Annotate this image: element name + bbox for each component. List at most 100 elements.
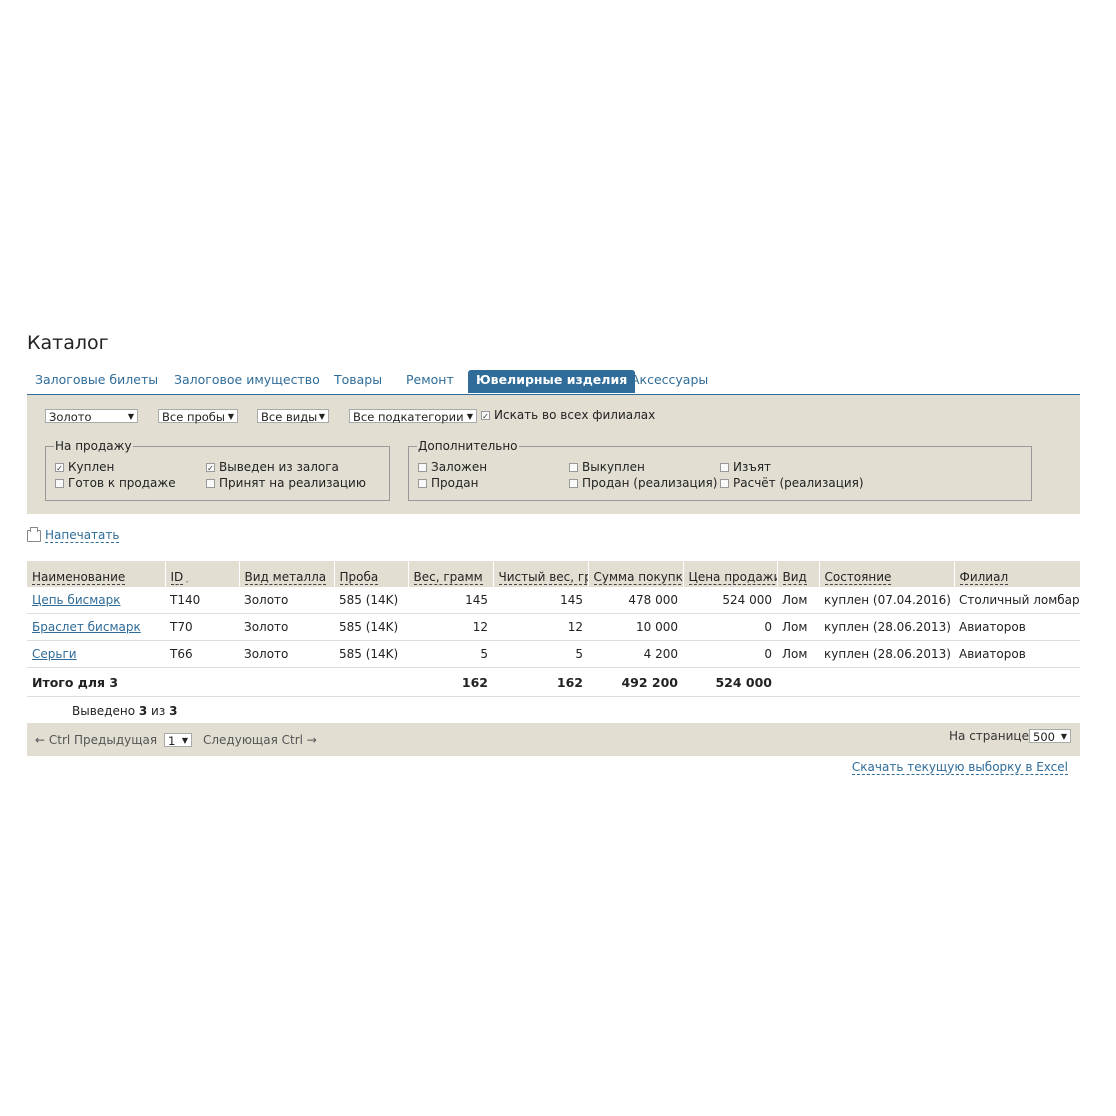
excel-export-link[interactable]: Скачать текущую выборку в Excel — [851, 760, 1068, 775]
cell-net-weight: 145 — [493, 587, 588, 614]
checkbox-redeemed[interactable]: Выкуплен — [569, 460, 645, 475]
filter-panel: Золото ▼ Все пробы ▼ Все виды ▼ Все подкате… — [27, 395, 1080, 514]
column-header-kind[interactable]: Вид — [776, 561, 819, 587]
tab-pledge-tickets[interactable]: Залоговые билеты — [35, 370, 158, 393]
table-header-row: Наименование ID ˯ Вид металла Проба Вес,… — [27, 561, 1080, 587]
checkbox-ready-label: Готов к продаже — [68, 476, 176, 490]
tab-repair[interactable]: Ремонт — [406, 370, 454, 393]
per-page-label: На странице: — [949, 729, 1033, 743]
cell-metal: Золото — [239, 640, 334, 668]
cell-metal: Золото — [239, 613, 334, 641]
tab-pledged-property[interactable]: Залоговое имущество — [174, 370, 320, 393]
checkbox-sold-consignment[interactable]: Продан (реализация) — [569, 476, 717, 491]
cell-id: T70 — [165, 613, 239, 641]
checkbox-seized-label: Изъят — [733, 460, 772, 474]
checkbox-ready-for-sale[interactable]: Готов к продаже — [55, 476, 176, 491]
checkbox-sold-label: Продан — [431, 476, 479, 490]
chevron-down-icon: ▼ — [181, 736, 188, 745]
checkbox-settlement-consignment[interactable]: Расчёт (реализация) — [720, 476, 864, 491]
cell-net-weight: 5 — [493, 640, 588, 668]
column-header-name[interactable]: Наименование — [27, 561, 165, 587]
prev-page-link[interactable]: ← Ctrl Предыдущая — [35, 733, 157, 747]
column-header-purchase-sum[interactable]: Сумма покупки — [587, 561, 683, 587]
checkbox-pledged[interactable]: Заложен — [418, 460, 487, 475]
item-link[interactable]: Серьги — [32, 647, 77, 661]
chevron-down-icon: ▼ — [1060, 732, 1067, 741]
checkbox-redeemed-label: Выкуплен — [582, 460, 645, 474]
all-branches-checkbox[interactable]: ✓ Искать во всех филиалах — [481, 408, 655, 423]
print-link[interactable]: Напечатать — [45, 528, 120, 543]
cell-kind: Лом — [777, 613, 819, 641]
cell-sale-price: 0 — [683, 613, 777, 641]
sort-desc-icon: ˯ — [183, 574, 189, 583]
catalog-page: Каталог Залоговые билеты Залоговое имуще… — [27, 330, 1080, 775]
checkbox-settlement-label: Расчёт (реализация) — [733, 476, 864, 490]
item-link[interactable]: Цепь бисмарк — [32, 593, 121, 607]
cell-state: куплен (07.04.2016) — [819, 587, 954, 614]
checkbox-bought[interactable]: ✓ Куплен — [55, 460, 114, 475]
shown-number: 3 — [138, 704, 148, 718]
column-header-probe[interactable]: Проба — [333, 561, 408, 587]
column-header-sale-price[interactable]: Цена продажи, — [682, 561, 777, 587]
shown-count: Выведено 3 из 3 — [72, 704, 177, 718]
tab-jewelry[interactable]: Ювелирные изделия — [468, 370, 636, 393]
cell-branch: Авиаторов — [954, 640, 1080, 668]
probe-select[interactable]: Все пробы ▼ — [158, 409, 238, 424]
column-header-metal[interactable]: Вид металла — [238, 561, 334, 587]
cell-sale-price: 0 — [683, 640, 777, 668]
tab-accessories[interactable]: Аксессуары — [631, 370, 708, 393]
cell-probe: 585 (14K) — [334, 640, 408, 668]
extra-legend: Дополнительно — [418, 439, 518, 453]
total-weight: 162 — [408, 667, 493, 697]
per-page-select[interactable]: 500 ▼ — [1029, 729, 1071, 744]
column-header-weight[interactable]: Вес, грамм — [407, 561, 493, 587]
print-row: Напечатать — [27, 526, 120, 543]
kind-select-value: Все виды — [261, 410, 318, 424]
table-row: Серьги T66 Золото 585 (14K) 5 5 4 200 0 … — [27, 640, 1080, 668]
kind-select[interactable]: Все виды ▼ — [257, 409, 329, 424]
checkbox-sold[interactable]: Продан — [418, 476, 478, 491]
cell-net-weight: 12 — [493, 613, 588, 641]
column-header-id[interactable]: ID ˯ — [164, 561, 239, 587]
checkbox-pledged-label: Заложен — [431, 460, 488, 474]
cell-metal: Золото — [239, 587, 334, 614]
checkbox-sold-consignment-label: Продан (реализация) — [582, 476, 718, 490]
total-empty — [777, 667, 1080, 697]
chevron-down-icon: ▼ — [466, 412, 473, 421]
tab-bar: Залоговые билеты Залоговое имущество Тов… — [27, 370, 1080, 395]
cell-sale-price: 524 000 — [683, 587, 777, 614]
per-page-select-value: 500 — [1033, 730, 1055, 744]
next-page-link[interactable]: Следующая Ctrl → — [203, 733, 317, 747]
column-header-branch[interactable]: Филиал — [953, 561, 1080, 587]
cell-id: T66 — [165, 640, 239, 668]
shown-total: 3 — [169, 704, 178, 718]
table-row: Браслет бисмарк T70 Золото 585 (14K) 12 … — [27, 613, 1080, 641]
item-link[interactable]: Браслет бисмарк — [32, 620, 141, 634]
chevron-down-icon: ▼ — [127, 412, 134, 421]
total-net-weight: 162 — [493, 667, 588, 697]
cell-weight: 145 — [408, 587, 493, 614]
cell-kind: Лом — [777, 640, 819, 668]
cell-id: T140 — [165, 587, 239, 614]
for-sale-legend: На продажу — [55, 439, 132, 453]
cell-purchase-sum: 4 200 — [588, 640, 683, 668]
column-header-state[interactable]: Состояние — [818, 561, 954, 587]
metal-select[interactable]: Золото ▼ — [45, 409, 138, 424]
checkbox-bought-label: Куплен — [68, 460, 115, 474]
checkbox-seized[interactable]: Изъят — [720, 460, 771, 475]
checkbox-consignment[interactable]: Принят на реализацию — [206, 476, 366, 491]
checkbox-empty-icon — [720, 479, 729, 488]
tab-goods[interactable]: Товары — [334, 370, 382, 393]
checkbox-released-from-pledge[interactable]: ✓ Выведен из залога — [206, 460, 339, 475]
page-select[interactable]: 1 ▼ — [164, 733, 192, 748]
cell-weight: 12 — [408, 613, 493, 641]
chevron-down-icon: ▼ — [318, 412, 325, 421]
catalog-table: Наименование ID ˯ Вид металла Проба Вес,… — [27, 561, 1080, 697]
total-label: Итого для 3 — [27, 667, 408, 697]
subcategory-select-value: Все подкатегории — [353, 410, 464, 424]
printer-icon — [27, 526, 41, 542]
checkbox-checked-icon: ✓ — [481, 411, 490, 421]
subcategory-select[interactable]: Все подкатегории ▼ — [349, 409, 477, 424]
column-header-net-weight[interactable]: Чистый вес, гр — [492, 561, 588, 587]
probe-select-value: Все пробы — [162, 410, 225, 424]
